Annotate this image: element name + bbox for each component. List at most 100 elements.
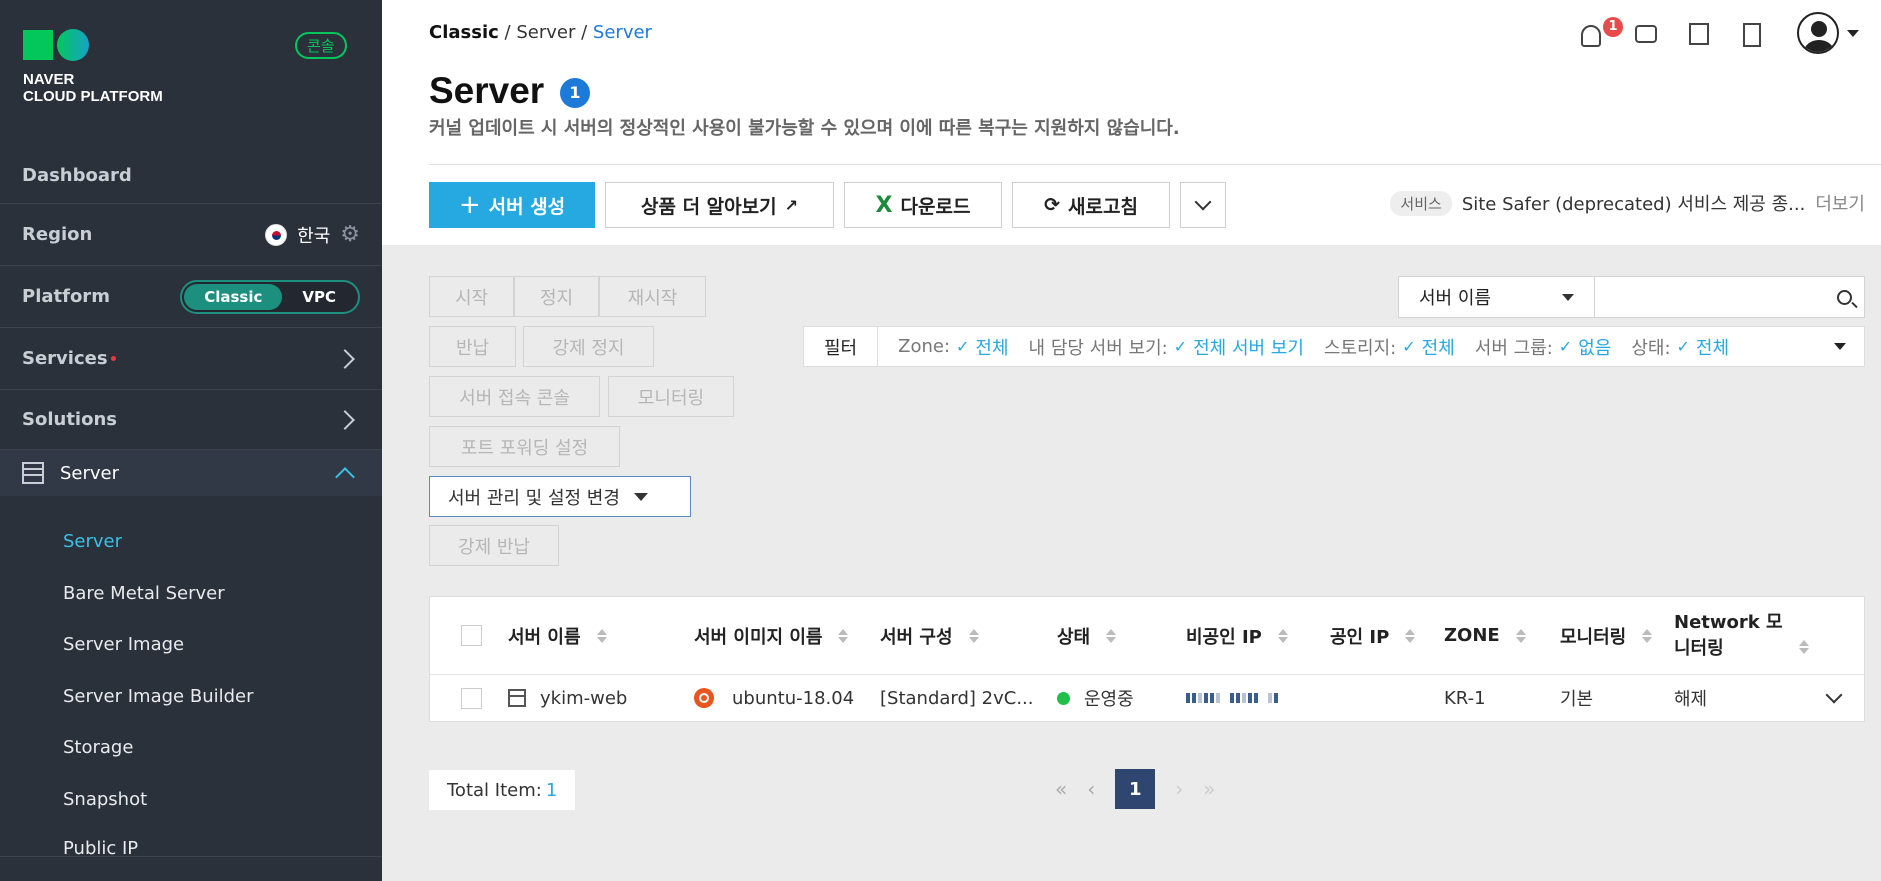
console-badge[interactable]: 콘솔	[295, 32, 347, 59]
platform-option-classic[interactable]: Classic	[184, 283, 283, 310]
chevron-down-icon	[1194, 193, 1212, 211]
col-header-label: 서버 이름	[508, 626, 581, 648]
prev-page-icon[interactable]: ‹	[1087, 777, 1095, 801]
sort-icon	[968, 628, 979, 643]
check-icon: ✓	[1402, 337, 1416, 356]
sidebar-subitem-bare-metal-server[interactable]: Bare Metal Server	[63, 583, 225, 604]
port-forwarding-button[interactable]: 포트 포워딩 설정	[429, 426, 620, 467]
chat-button[interactable]	[1635, 19, 1663, 47]
sidebar-item-server[interactable]: Server	[0, 450, 382, 496]
sidebar-item-label: Region	[22, 224, 93, 245]
col-header-name[interactable]: 서버 이름	[508, 623, 694, 649]
sidebar-subitem-server-image-builder[interactable]: Server Image Builder	[63, 686, 254, 707]
col-header-spec[interactable]: 서버 구성	[880, 623, 1057, 649]
pagination: « ‹ 1 › »	[1055, 769, 1216, 809]
filter-value: 없음	[1578, 337, 1612, 359]
restart-button[interactable]: 재시작	[599, 276, 706, 317]
sidebar-footer	[0, 856, 382, 881]
col-header-zone[interactable]: ZONE	[1444, 625, 1560, 646]
sidebar-item-solutions[interactable]: Solutions	[0, 390, 382, 450]
sort-icon	[1642, 628, 1653, 643]
start-button[interactable]: 시작	[429, 276, 514, 317]
search-input[interactable]	[1595, 277, 1824, 317]
next-page-icon[interactable]: ›	[1175, 777, 1183, 801]
memo-icon	[1689, 23, 1709, 45]
caret-down-icon	[1847, 29, 1859, 37]
col-header-label: 공인 IP	[1330, 626, 1390, 648]
force-stop-button[interactable]: 강제 정지	[523, 326, 654, 367]
notice-tag: 서비스	[1390, 190, 1452, 216]
action-bar: + 서버 생성 상품 더 알아보기 ↗ X 다운로드 ⟳ 새로고침	[429, 182, 1226, 228]
page-current[interactable]: 1	[1115, 769, 1156, 809]
avatar	[1797, 12, 1839, 54]
sidebar-item-dashboard[interactable]: Dashboard	[0, 148, 382, 204]
row-checkbox[interactable]	[461, 687, 482, 709]
total-value: 1	[545, 779, 558, 801]
col-header-public-ip[interactable]: 공인 IP	[1330, 623, 1444, 649]
filter-label: 필터	[804, 327, 879, 366]
col-header-state[interactable]: 상태	[1057, 623, 1186, 649]
filter-server-group[interactable]: 서버 그룹: ✓ 없음	[1475, 334, 1612, 360]
sidebar: NAVER CLOUD PLATFORM 콘솔 Dashboard Region…	[0, 0, 382, 881]
select-all-checkbox[interactable]	[461, 625, 482, 646]
search-field-select[interactable]: 서버 이름	[1399, 277, 1595, 317]
memo-button[interactable]	[1689, 19, 1717, 47]
user-menu[interactable]	[1797, 12, 1859, 54]
col-header-network-monitoring[interactable]: Network 모 니터링	[1674, 610, 1824, 662]
sidebar-subitem-storage[interactable]: Storage	[63, 737, 133, 758]
create-server-button[interactable]: + 서버 생성	[429, 182, 595, 228]
filter-state[interactable]: 상태: ✓ 전체	[1631, 334, 1729, 360]
table-row[interactable]: ykim-web ubuntu-18.04 [Standard] 2vC... …	[430, 675, 1864, 721]
page-subtitle: 커널 업데이트 시 서버의 정상적인 사용이 불가능할 수 있으며 이에 따른 …	[429, 118, 1180, 139]
server-manage-dropdown[interactable]: 서버 관리 및 설정 변경	[429, 476, 691, 517]
sidebar-item-services[interactable]: Services	[0, 328, 382, 390]
gear-icon[interactable]: ⚙	[340, 222, 360, 247]
sidebar-subitem-server[interactable]: Server	[63, 531, 122, 552]
col-header-monitoring[interactable]: 모니터링	[1560, 623, 1674, 649]
download-button[interactable]: X 다운로드	[844, 182, 1002, 228]
refresh-button[interactable]: ⟳ 새로고침	[1012, 182, 1170, 228]
filter-zone[interactable]: Zone: ✓ 전체	[898, 334, 1008, 360]
first-page-icon[interactable]: «	[1055, 777, 1067, 801]
notice-text[interactable]: Site Safer (deprecated) 서비스 제공 종...	[1462, 190, 1806, 216]
filter-storage[interactable]: 스토리지: ✓ 전체	[1324, 334, 1455, 360]
chevron-right-icon	[335, 348, 355, 369]
return-button[interactable]: 반납	[429, 326, 516, 367]
force-return-button[interactable]: 강제 반납	[429, 525, 559, 566]
korea-flag-icon	[265, 223, 288, 246]
filter-expand-icon[interactable]	[1834, 343, 1846, 350]
search-button[interactable]	[1824, 277, 1864, 317]
monitoring-button[interactable]: 모니터링	[608, 376, 734, 417]
platform-toggle[interactable]: Classic VPC	[180, 279, 360, 314]
sidebar-subitem-server-image[interactable]: Server Image	[63, 634, 184, 655]
breadcrumb-classic[interactable]: Classic	[429, 22, 499, 43]
filter-my-servers[interactable]: 내 담당 서버 보기: ✓ 전체 서버 보기	[1029, 334, 1304, 360]
brand-logo[interactable]: NAVER CLOUD PLATFORM	[23, 29, 163, 105]
stop-button[interactable]: 정지	[514, 276, 599, 317]
row-expand-button[interactable]	[1825, 686, 1843, 704]
sort-icon	[596, 628, 607, 643]
notification-button[interactable]: 1	[1581, 17, 1623, 47]
sidebar-item-label: Solutions	[22, 409, 117, 430]
col-header-image[interactable]: 서버 이미지 이름	[694, 623, 880, 649]
sort-icon	[1106, 628, 1117, 643]
platform-option-vpc[interactable]: VPC	[282, 284, 356, 310]
last-page-icon[interactable]: »	[1203, 777, 1215, 801]
breadcrumb-server-group[interactable]: Server	[516, 22, 575, 43]
notice-more-link[interactable]: 더보기	[1815, 190, 1865, 216]
new-dot-icon	[110, 356, 116, 361]
naver-logo-icon	[23, 29, 163, 61]
server-console-button[interactable]: 서버 접속 콘솔	[429, 376, 600, 417]
guide-button[interactable]	[1743, 19, 1771, 47]
sidebar-item-platform: Platform Classic VPC	[0, 266, 382, 328]
caret-down-icon	[1562, 293, 1574, 301]
learn-more-button[interactable]: 상품 더 알아보기 ↗	[605, 182, 834, 228]
server-network-monitoring: 해제	[1674, 689, 1708, 710]
sidebar-subitem-snapshot[interactable]: Snapshot	[63, 789, 147, 810]
col-header-label: Network 모 니터링	[1674, 611, 1783, 659]
more-actions-button[interactable]	[1180, 182, 1226, 228]
col-header-private-ip[interactable]: 비공인 IP	[1186, 623, 1330, 649]
region-value[interactable]: 한국	[297, 222, 330, 248]
server-name[interactable]: ykim-web	[540, 688, 627, 709]
excel-icon: X	[875, 192, 893, 218]
